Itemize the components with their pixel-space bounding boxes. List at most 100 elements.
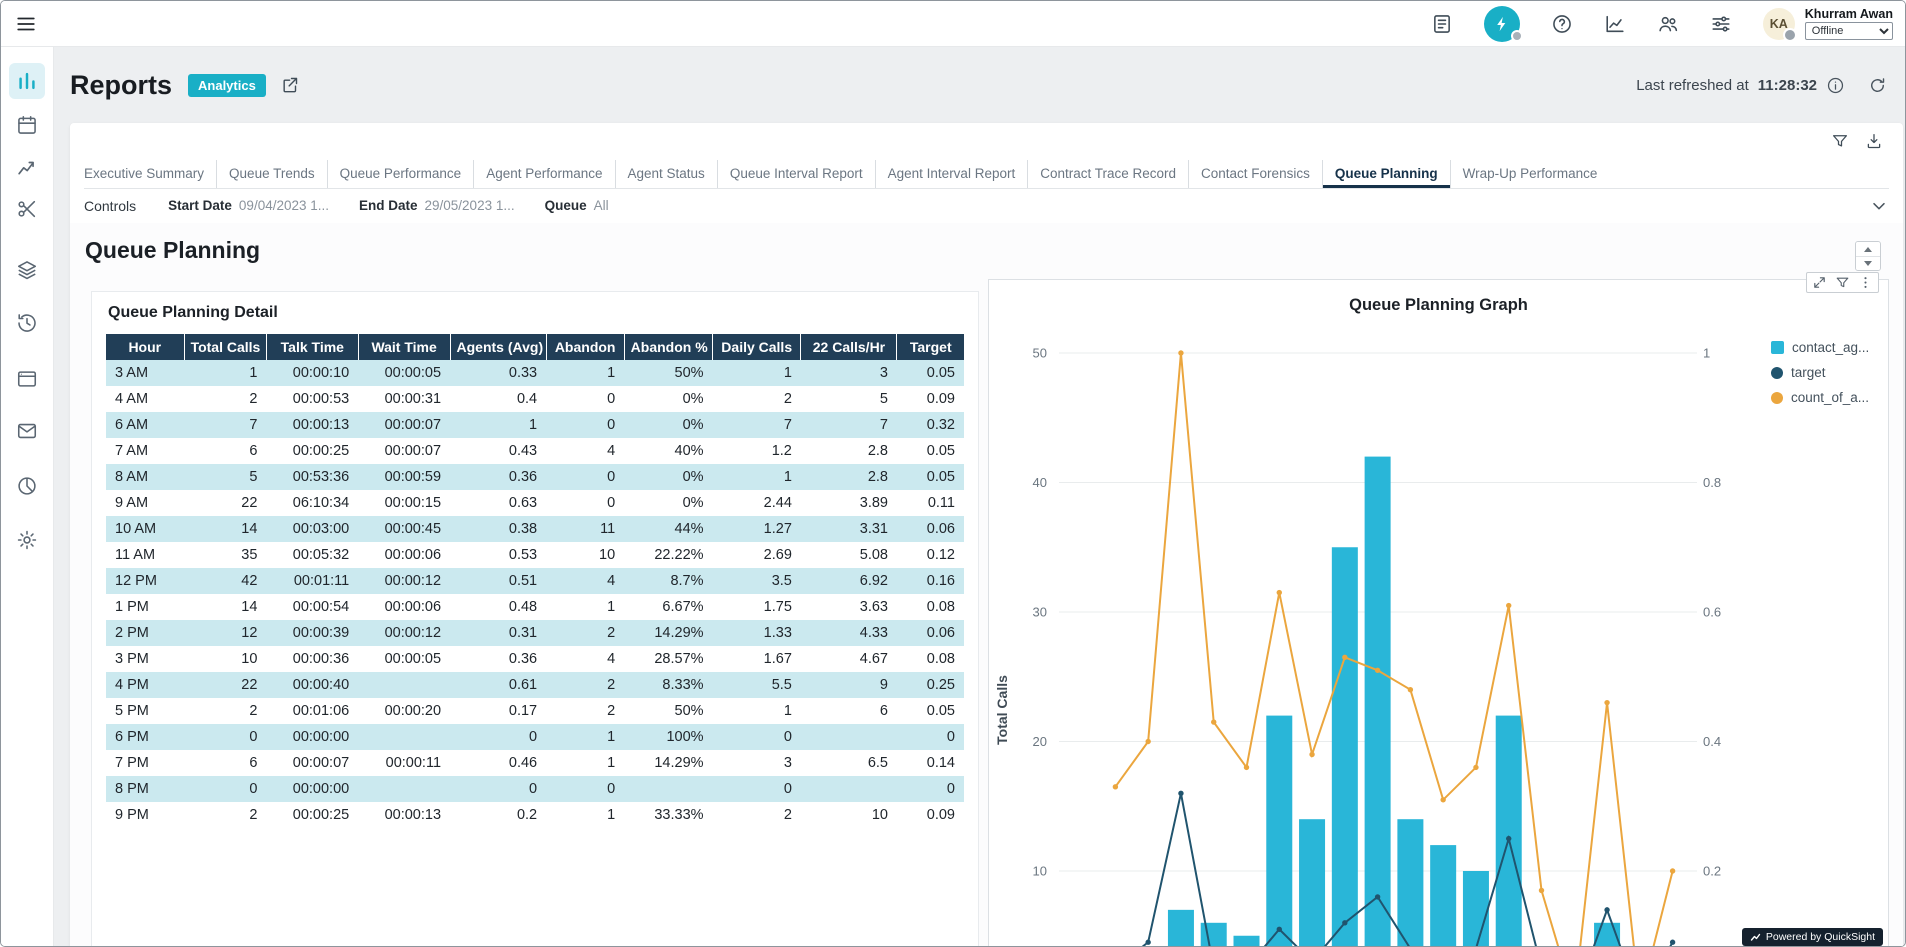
table-row: 6 AM700:00:1300:00:07100%770.32 [106,412,964,438]
sidebar-item-reports[interactable] [9,63,45,99]
chart-legend: contact_ag...target count_of_a... [1771,340,1869,405]
controls-label: Controls [84,198,136,214]
legend-label: contact_ag... [1792,340,1869,355]
tab-agent-performance[interactable]: Agent Performance [473,160,614,188]
value-cell: 0.06 [897,516,964,542]
sidebar [1,47,54,946]
value-cell: 2 [184,386,266,412]
tab-queue-trends[interactable]: Queue Trends [216,160,327,188]
avatar[interactable]: KA [1763,8,1795,40]
value-cell: 0% [624,412,712,438]
col-abandon: Abandon % [624,334,712,360]
status-select[interactable]: Offline [1805,22,1893,40]
value-cell: 0 [450,724,546,750]
tab-wrap-up-performance[interactable]: Wrap-Up Performance [1450,160,1610,188]
control-end-date[interactable]: End Date29/05/2023 1... [359,198,515,213]
value-cell: 0.46 [450,750,546,776]
visual-filter-button[interactable] [1835,275,1850,290]
value-cell: 7 [801,412,897,438]
value-cell: 00:05:32 [266,542,358,568]
value-cell: 00:00:07 [266,750,358,776]
control-queue[interactable]: QueueAll [545,198,609,213]
value-cell: 33.33% [624,802,712,828]
sidebar-item-trends[interactable] [9,150,45,186]
sidebar-item-routing[interactable] [9,191,45,227]
scroll-down-button[interactable] [1856,256,1880,270]
value-cell: 3 [801,360,897,386]
value-cell: 0.09 [897,386,964,412]
refresh-icon [1868,76,1887,95]
sidebar-item-history[interactable] [9,305,45,341]
tab-contact-forensics[interactable]: Contact Forensics [1188,160,1322,188]
tab-contract-trace-record[interactable]: Contract Trace Record [1027,160,1188,188]
svg-text:Total Calls: Total Calls [994,675,1010,745]
value-cell: 0 [546,776,624,802]
table-row: 6 PM000:00:0001100%00 [106,724,964,750]
value-cell: 00:00:53 [266,386,358,412]
sidebar-item-calendar[interactable] [9,107,45,143]
export-button[interactable] [1865,132,1883,150]
sidebar-item-layers[interactable] [9,252,45,288]
value-cell: 0.38 [450,516,546,542]
value-cell: 28.57% [624,646,712,672]
realtime-bolt-button[interactable] [1484,6,1520,42]
value-cell: 00:53:36 [266,464,358,490]
value-cell: 6.67% [624,594,712,620]
tab-executive-summary[interactable]: Executive Summary [84,160,216,188]
trend-line-icon [16,157,38,179]
layers-icon [16,259,38,281]
sliders-button[interactable] [1710,13,1732,35]
info-button[interactable] [1826,76,1845,95]
hour-cell: 9 AM [106,490,184,516]
value-cell: 0 [897,776,964,802]
value-cell [358,724,450,750]
reports-card: Executive SummaryQueue TrendsQueue Perfo… [70,123,1903,946]
control-start-date[interactable]: Start Date09/04/2023 1... [168,198,329,213]
sidebar-item-analytics[interactable] [9,468,45,504]
sidebar-item-mail[interactable] [9,413,45,449]
tab-agent-interval-report[interactable]: Agent Interval Report [875,160,1028,188]
collapse-controls-button[interactable] [1869,196,1889,216]
hour-cell: 2 PM [106,620,184,646]
value-cell: 8.33% [624,672,712,698]
users-button[interactable] [1657,13,1679,35]
notes-button[interactable] [1431,13,1453,35]
page-title: Reports [70,70,172,101]
hour-cell: 4 PM [106,672,184,698]
menu-button[interactable] [15,13,37,35]
topbar-actions: KA Khurram Awan Offline [1431,6,1893,42]
value-cell: 1.33 [713,620,801,646]
value-cell [358,776,450,802]
tab-agent-status[interactable]: Agent Status [615,160,717,188]
combo-chart[interactable]: 10203040500.20.40.60.81Total Calls [989,280,1888,946]
value-cell: 100% [624,724,712,750]
legend-item-contact-ag[interactable]: contact_ag... [1771,340,1869,355]
metrics-button[interactable] [1604,13,1626,35]
value-cell: 0.05 [897,438,964,464]
legend-item-target[interactable]: target [1771,365,1869,380]
control-label: End Date [359,198,418,213]
external-link-icon [280,75,300,95]
col-target: Target [897,334,964,360]
help-button[interactable] [1551,13,1573,35]
legend-item-count-of-a[interactable]: count_of_a... [1771,390,1869,405]
visual-menu-button[interactable] [1858,275,1873,290]
value-cell: 35 [184,542,266,568]
refresh-button[interactable] [1868,76,1887,95]
filter-button[interactable] [1831,132,1849,150]
value-cell: 10 [546,542,624,568]
expand-button[interactable] [1812,275,1827,290]
tab-queue-performance[interactable]: Queue Performance [327,160,474,188]
tab-queue-planning[interactable]: Queue Planning [1322,160,1450,188]
scroll-up-button[interactable] [1856,242,1880,256]
hour-cell: 1 PM [106,594,184,620]
open-external-button[interactable] [280,75,300,95]
value-cell: 0 [546,490,624,516]
sidebar-item-settings[interactable] [9,522,45,558]
value-cell: 1.75 [713,594,801,620]
tab-queue-interval-report[interactable]: Queue Interval Report [717,160,875,188]
svg-text:10: 10 [1033,864,1047,879]
value-cell: 22.22% [624,542,712,568]
value-cell: 00:00:05 [358,646,450,672]
sidebar-item-browser[interactable] [9,361,45,397]
